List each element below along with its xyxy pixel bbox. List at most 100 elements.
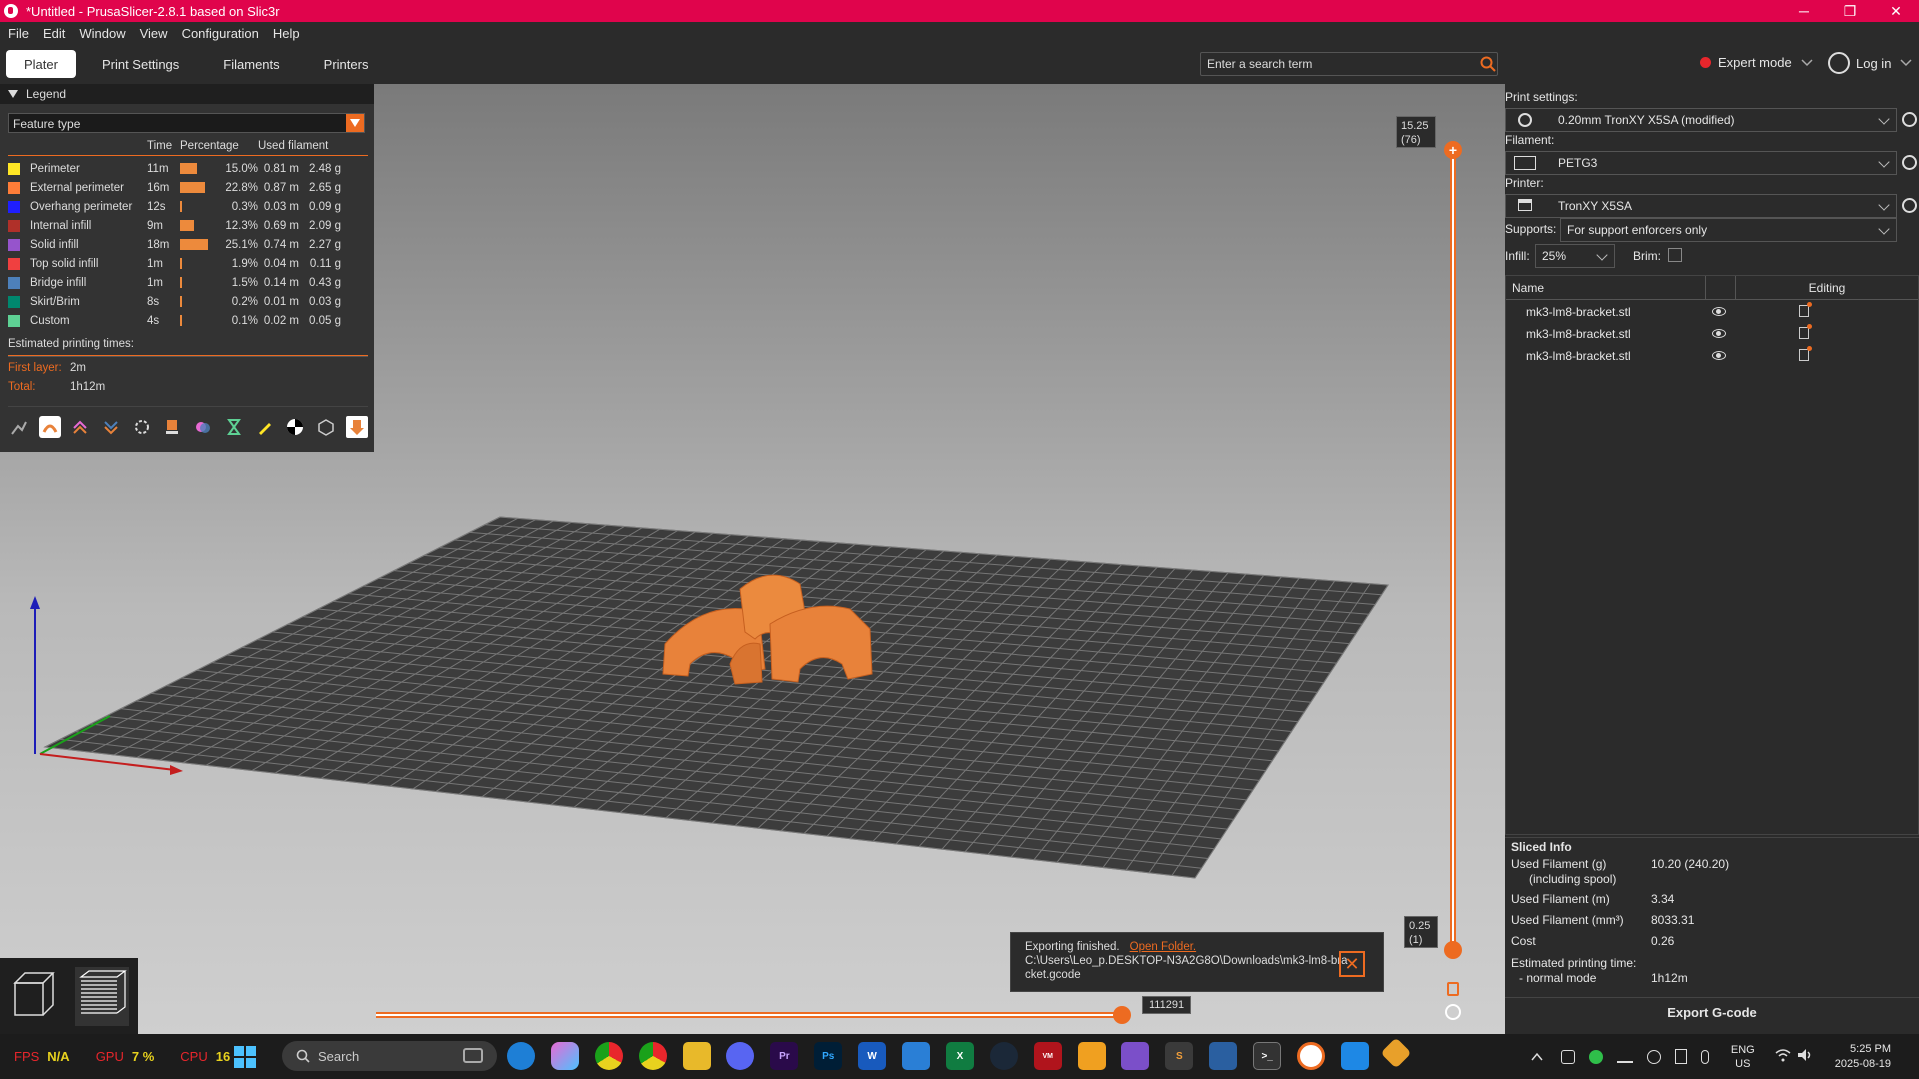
brim-checkbox[interactable] xyxy=(1668,248,1682,262)
minimize-button[interactable]: ─ xyxy=(1781,0,1827,22)
layer-slider-top-handle[interactable]: + xyxy=(1444,141,1462,159)
windows-start-icon[interactable] xyxy=(234,1045,257,1068)
chrome-icon[interactable] xyxy=(594,1042,623,1070)
tray-steam-icon[interactable] xyxy=(1646,1049,1661,1064)
tray-green-icon[interactable] xyxy=(1588,1049,1603,1064)
menu-edit[interactable]: Edit xyxy=(43,26,65,41)
col-editing[interactable]: Editing xyxy=(1736,276,1918,299)
clock[interactable]: 5:25 PM 2025-08-19 xyxy=(1835,1042,1891,1072)
microphone-icon[interactable] xyxy=(1700,1049,1709,1064)
print-settings-combo[interactable]: 0.20mm TronXY X5SA (modified) xyxy=(1505,108,1897,132)
language-indicator[interactable]: ENG US xyxy=(1731,1043,1755,1071)
word-icon[interactable]: W xyxy=(858,1042,887,1070)
legend-row[interactable]: Overhang perimeter 12s 0.3% 0.03 m 0.09 g xyxy=(8,198,368,216)
tab-filaments[interactable]: Filaments xyxy=(205,50,297,78)
supports-select[interactable]: For support enforcers only xyxy=(1560,218,1897,242)
visual-studio-icon[interactable] xyxy=(1121,1042,1150,1070)
infill-select[interactable]: 25% xyxy=(1535,244,1615,268)
file-explorer-icon[interactable] xyxy=(682,1042,711,1070)
chrome-profile-icon[interactable] xyxy=(638,1042,667,1070)
color-changes-icon[interactable] xyxy=(192,416,214,438)
edit-object-icon[interactable] xyxy=(1799,302,1812,317)
object-row[interactable]: mk3-lm8-bracket.stl xyxy=(1506,324,1919,344)
export-gcode-button[interactable]: Export G-code xyxy=(1505,997,1919,1027)
tab-printers[interactable]: Printers xyxy=(306,50,387,78)
steam-icon[interactable] xyxy=(989,1042,1018,1070)
terminal-icon[interactable]: >_ xyxy=(1253,1042,1282,1070)
voicemeeter-icon[interactable]: VM xyxy=(1033,1042,1062,1070)
custom-gcodes-icon[interactable] xyxy=(254,416,276,438)
wipe-icon[interactable] xyxy=(38,416,61,438)
tab-plater[interactable]: Plater xyxy=(6,50,76,78)
legend-row[interactable]: External perimeter 16m 22.8% 0.87 m 2.65 g xyxy=(8,179,368,197)
visibility-eye-icon[interactable] xyxy=(1712,307,1726,316)
search-icon[interactable] xyxy=(1478,54,1498,74)
edit-filament-icon[interactable] xyxy=(1902,155,1917,170)
tray-app-icon[interactable] xyxy=(1560,1049,1575,1064)
restore-button[interactable]: ❐ xyxy=(1827,0,1873,22)
preview-layers-icon[interactable] xyxy=(75,966,129,1026)
visibility-eye-icon[interactable] xyxy=(1712,329,1726,338)
tray-epic-icon[interactable] xyxy=(1674,1049,1687,1064)
filament-combo[interactable]: PETG3 xyxy=(1505,151,1897,175)
legend-row[interactable]: Bridge infill 1m 1.5% 0.14 m 0.43 g xyxy=(8,274,368,292)
seams-icon[interactable] xyxy=(131,416,153,438)
prusaslicer-taskbar-icon[interactable] xyxy=(1297,1042,1326,1070)
move-slider[interactable] xyxy=(376,1012,1122,1018)
taskbar-search-box[interactable]: Search xyxy=(282,1041,497,1071)
legend-row[interactable]: Custom 4s 0.1% 0.02 m 0.05 g xyxy=(8,312,368,330)
git-app-icon[interactable] xyxy=(1380,1037,1412,1069)
pause-prints-icon[interactable] xyxy=(223,416,245,438)
photoshop-icon[interactable]: Ps xyxy=(814,1042,843,1070)
legend-header[interactable]: Legend xyxy=(0,84,374,104)
vscode-icon[interactable] xyxy=(1340,1042,1369,1070)
menu-file[interactable]: File xyxy=(8,26,29,41)
menu-view[interactable]: View xyxy=(140,26,168,41)
move-slider-handle[interactable] xyxy=(1113,1006,1131,1024)
edit-object-icon[interactable] xyxy=(1799,324,1812,339)
menu-help[interactable]: Help xyxy=(273,26,300,41)
settings-app-icon[interactable] xyxy=(1209,1042,1238,1070)
close-notification-button[interactable]: ✕ xyxy=(1339,951,1365,977)
mode-selector[interactable]: Expert mode xyxy=(1700,55,1814,70)
photos-icon[interactable] xyxy=(902,1042,931,1070)
center-of-gravity-icon[interactable] xyxy=(284,416,306,438)
shells-icon[interactable] xyxy=(315,416,337,438)
menu-window[interactable]: Window xyxy=(79,26,125,41)
retractions-icon[interactable] xyxy=(69,416,91,438)
wifi-icon[interactable] xyxy=(1775,1048,1791,1065)
edit-print-settings-icon[interactable] xyxy=(1902,112,1917,127)
open-folder-link[interactable]: Open Folder. xyxy=(1130,941,1196,953)
premiere-icon[interactable]: Pr xyxy=(770,1042,799,1070)
object-row[interactable]: mk3-lm8-bracket.stl xyxy=(1506,346,1919,366)
tool-marker-icon[interactable] xyxy=(345,416,368,438)
travel-icon[interactable] xyxy=(8,416,30,438)
col-name[interactable]: Name xyxy=(1506,276,1706,299)
app-sun-icon[interactable] xyxy=(1077,1042,1106,1070)
3d-view-icon[interactable] xyxy=(9,969,57,1024)
visibility-eye-icon[interactable] xyxy=(1712,351,1726,360)
tool-changes-icon[interactable] xyxy=(161,416,183,438)
legend-row[interactable]: Solid infill 18m 25.1% 0.74 m 2.27 g xyxy=(8,236,368,254)
chevron-up-icon[interactable] xyxy=(1531,1052,1543,1062)
volume-icon[interactable] xyxy=(1797,1048,1813,1065)
login-button[interactable]: Log in xyxy=(1828,52,1913,74)
layer-slider[interactable] xyxy=(1450,149,1456,949)
excel-icon[interactable]: X xyxy=(945,1042,974,1070)
menu-configuration[interactable]: Configuration xyxy=(182,26,259,41)
printer-combo[interactable]: TronXY X5SA xyxy=(1505,194,1897,218)
legend-row[interactable]: Perimeter 11m 15.0% 0.81 m 2.48 g xyxy=(8,160,368,178)
layer-slider-bottom-handle[interactable] xyxy=(1444,941,1462,959)
dropdown-arrow-icon[interactable] xyxy=(346,114,364,132)
sublime-icon[interactable]: S xyxy=(1165,1042,1194,1070)
legend-row[interactable]: Skirt/Brim 8s 0.2% 0.01 m 0.03 g xyxy=(8,293,368,311)
tab-print-settings[interactable]: Print Settings xyxy=(84,50,197,78)
deretractions-icon[interactable] xyxy=(100,416,122,438)
object-row[interactable]: mk3-lm8-bracket.stl xyxy=(1506,302,1919,322)
discord-icon[interactable] xyxy=(726,1042,755,1070)
tray-network-icon[interactable] xyxy=(1616,1051,1633,1063)
view-type-select[interactable]: Feature type xyxy=(8,113,365,133)
settings-cog-icon[interactable] xyxy=(1445,1004,1461,1020)
copilot-icon[interactable] xyxy=(550,1042,579,1070)
edge-icon[interactable] xyxy=(507,1042,535,1070)
